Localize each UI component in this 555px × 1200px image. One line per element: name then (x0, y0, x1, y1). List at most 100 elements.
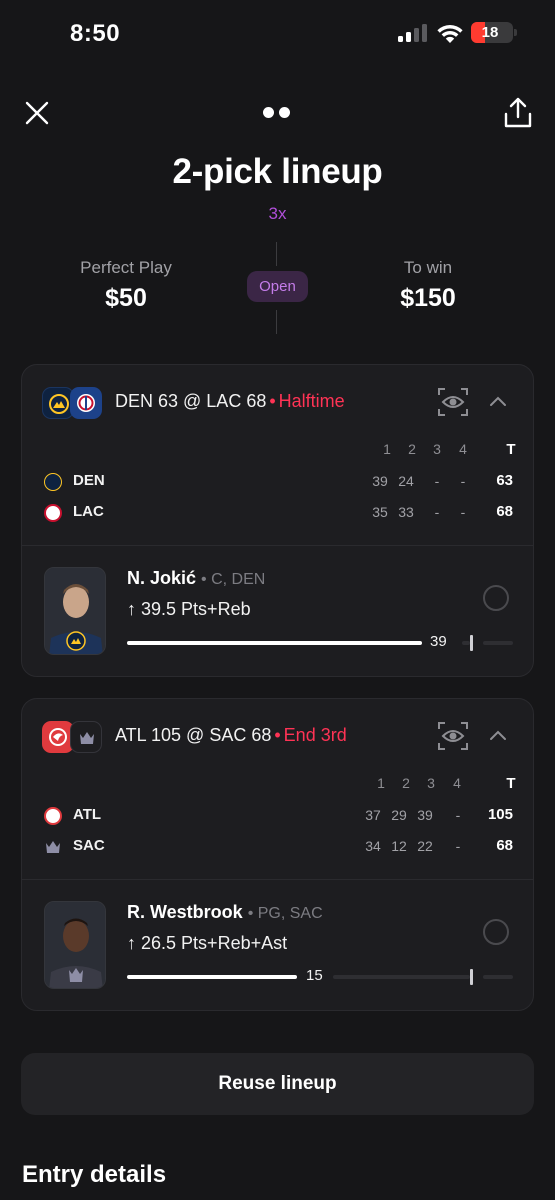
hawks-logo-icon (44, 807, 62, 825)
quarter-score: 33 (398, 504, 414, 520)
line-marker (470, 635, 473, 651)
player-name-line: N. Jokić • C, DEN (127, 568, 265, 589)
card-divider (22, 879, 533, 880)
quarter-header: 2 (402, 775, 410, 791)
line-marker (470, 969, 473, 985)
game-phase: End 3rd (283, 725, 347, 745)
quarter-score: - (434, 504, 440, 520)
quarter-score: 24 (398, 473, 414, 489)
player-position-team: • C, DEN (201, 571, 266, 588)
quarter-score: - (460, 504, 466, 520)
payout-multiplier: 3x (268, 204, 287, 223)
player-name: R. Westbrook (127, 902, 243, 922)
progress-bar-track (483, 641, 513, 645)
entry-amount: $50 (105, 284, 147, 312)
to-win-label: To win (403, 258, 453, 277)
team-abbr: SAC (73, 837, 105, 854)
player-headshot (44, 901, 106, 989)
kings-logo-icon (46, 841, 60, 853)
status-badge: Open (247, 271, 308, 302)
player-headshot (44, 567, 106, 655)
quarter-score: 12 (391, 838, 407, 854)
quarter-score: 35 (372, 504, 388, 520)
game-separator: • (274, 725, 281, 745)
progress-value: 39 (430, 633, 447, 650)
progress-bar-track (483, 975, 513, 979)
quarter-score: - (434, 473, 440, 489)
clippers-logo-icon (44, 504, 62, 522)
team-total: 63 (496, 472, 513, 489)
total-header: T (506, 775, 516, 792)
team-total: 68 (496, 837, 513, 854)
battery-icon: 18 (471, 22, 517, 43)
progress-bar-fill (127, 975, 297, 979)
status-bar: 8:50 18 (0, 0, 555, 66)
progress-value: 15 (306, 967, 323, 984)
page-dots-icon (263, 107, 293, 119)
reuse-lineup-button[interactable]: Reuse lineup (21, 1053, 534, 1115)
watch-eye-icon[interactable] (437, 721, 469, 751)
team-score-row: DEN 39 24 - - 63 (22, 470, 533, 494)
quarter-score: 29 (391, 807, 407, 823)
game-header[interactable]: ATL 105 @ SAC 68 • End 3rd (22, 699, 533, 773)
play-type-label: Perfect Play (80, 258, 172, 277)
matchup-score: DEN 63 @ LAC 68 (115, 391, 267, 411)
game-separator: • (269, 391, 276, 411)
player-projection: ↑ 39.5 Pts+Reb (127, 599, 251, 620)
quarter-score: - (460, 473, 466, 489)
game-score-line: DEN 63 @ LAC 68 • Halftime (115, 391, 345, 412)
progress-bar-fill (127, 641, 422, 645)
close-icon[interactable] (22, 98, 52, 128)
total-header: T (506, 441, 516, 458)
pick-select-radio[interactable] (483, 919, 509, 945)
page-title: 2-pick lineup (172, 152, 383, 191)
to-win-amount: $150 (400, 284, 456, 312)
team-abbr: DEN (73, 472, 105, 489)
quarter-score: - (455, 807, 461, 823)
summary-divider (276, 242, 277, 266)
game-phase: Halftime (278, 391, 345, 411)
summary-divider (276, 310, 277, 334)
player-projection: ↑ 26.5 Pts+Reb+Ast (127, 933, 287, 954)
arrow-up-icon: ↑ (127, 933, 136, 953)
chevron-up-icon[interactable] (488, 393, 508, 409)
team-abbr: ATL (73, 806, 102, 823)
clippers-logo-icon (70, 387, 102, 419)
game-card: ATL 105 @ SAC 68 • End 3rd 1 2 3 4 T ATL 3… (21, 698, 534, 1011)
entry-details-heading: Entry details (22, 1161, 167, 1188)
game-score-line: ATL 105 @ SAC 68 • End 3rd (115, 725, 347, 746)
watch-eye-icon[interactable] (437, 387, 469, 417)
wifi-icon (437, 25, 463, 43)
nuggets-logo-icon (44, 473, 62, 491)
quarter-header: 4 (453, 775, 461, 791)
quarter-header: 4 (459, 441, 467, 457)
projection-label: 26.5 Pts+Reb+Ast (141, 933, 288, 953)
cellular-signal-icon (398, 24, 428, 42)
team-logos (42, 721, 102, 753)
battery-level: 18 (481, 24, 499, 41)
projection-label: 39.5 Pts+Reb (141, 599, 251, 619)
quarter-score: - (455, 838, 461, 854)
team-abbr: LAC (73, 503, 104, 520)
matchup-score: ATL 105 @ SAC 68 (115, 725, 272, 745)
kings-logo-icon (70, 721, 102, 753)
share-icon[interactable] (502, 96, 534, 130)
player-name-line: R. Westbrook • PG, SAC (127, 902, 323, 923)
quarter-header: 2 (408, 441, 416, 457)
player-name: N. Jokić (127, 568, 197, 588)
progress-bar-track (462, 641, 470, 645)
chevron-up-icon[interactable] (488, 727, 508, 743)
team-logos (42, 387, 102, 419)
team-score-row: SAC 34 12 22 - 68 (22, 835, 533, 859)
arrow-up-icon: ↑ (127, 599, 136, 619)
quarter-header: 3 (433, 441, 441, 457)
team-score-row: LAC 35 33 - - 68 (22, 501, 533, 525)
pick-select-radio[interactable] (483, 585, 509, 611)
quarter-header: 3 (427, 775, 435, 791)
team-total: 68 (496, 503, 513, 520)
team-total: 105 (487, 806, 513, 823)
progress-bar-track (333, 975, 470, 979)
quarter-score: 34 (365, 838, 381, 854)
game-card: DEN 63 @ LAC 68 • Halftime 1 2 3 4 T DEN 3… (21, 364, 534, 677)
game-header[interactable]: DEN 63 @ LAC 68 • Halftime (22, 365, 533, 439)
